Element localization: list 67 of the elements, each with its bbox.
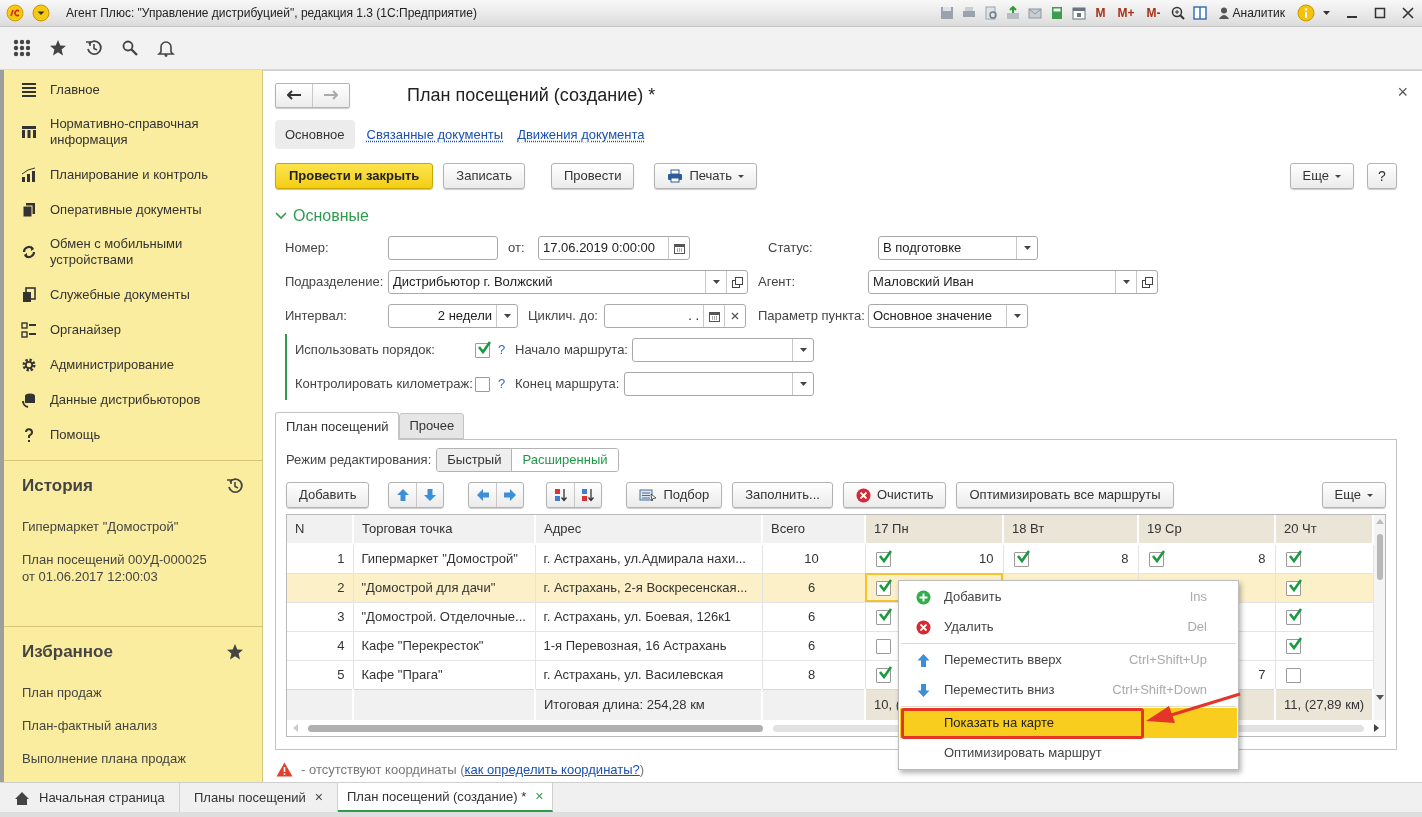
field-label: от:: [508, 239, 526, 258]
total-cell: Итоговая длина: 254,28 км: [535, 689, 762, 720]
field-label: Контролировать километраж:: [295, 375, 474, 394]
field-value: 2 недели: [437, 307, 492, 326]
field-value: 17.06.2019 0:00:00: [543, 239, 656, 258]
field-label: Подразделение:: [285, 273, 385, 292]
table-cell: Кафе "Перекресток": [353, 631, 535, 660]
field-label: Режим редактирования:: [286, 451, 432, 470]
field-label: Статус:: [768, 239, 814, 258]
table-cell: "Домострой. Отделочные...: [353, 602, 535, 631]
field-label: Агент:: [758, 273, 797, 292]
table-cell: 3: [287, 602, 353, 631]
sidebar-item-label: Органайзер: [50, 321, 122, 338]
tab-label: Начальная страница: [39, 788, 165, 807]
table-cell: г. Астрахань, ул.Адмирала нахи...: [535, 544, 762, 573]
cell-value: 8: [1258, 550, 1266, 568]
sidebar-item-label: Администрирование: [50, 356, 175, 373]
table-cell: 6: [762, 602, 865, 631]
button-label: Печать: [689, 167, 732, 186]
field-label: Номер:: [285, 239, 330, 258]
tab-label: План посещений (создание) *: [346, 787, 527, 806]
window-title: Агент Плюс: "Управление дистрибуцией", редакция 1.3 (1С:Предприятие): [66, 5, 477, 22]
button-label: Очистить: [876, 486, 934, 505]
table-cell: 1-я Перевозная, 16 Астрахань: [535, 631, 762, 660]
section-title: История: [22, 475, 93, 498]
sidebar-item-label: Служебные документы: [50, 286, 191, 303]
field-label: Использовать порядок:: [295, 341, 436, 360]
sidebar-item-label: Оперативные документы: [50, 201, 203, 218]
table-cell: 2: [287, 573, 353, 602]
sidebar-item-label: Нормативно-справочная информация: [50, 116, 200, 148]
sidebar-item-label: Обмен с мобильными устройствами: [50, 236, 184, 268]
field-value: В подготовке: [883, 239, 962, 258]
table-cell: 6: [762, 631, 865, 660]
total-cell: 11, (27,89 км): [1275, 689, 1373, 720]
table-cell: г. Астрахань, ул. Боевая, 126к1: [535, 602, 762, 631]
table-cell: 6: [762, 573, 865, 602]
sidebar-item-label: Данные дистрибьюторов: [50, 391, 202, 408]
warning-text: - отсутствуют координаты (как определить координаты?): [301, 761, 645, 779]
form-title: План посещений (создание) *: [407, 83, 656, 107]
sidebar-item-label: Главное: [50, 81, 101, 98]
section-title: Избранное: [22, 641, 113, 664]
field-label: Интервал:: [285, 307, 348, 326]
table-cell: 10: [762, 544, 865, 573]
field-value: Дистрибьютор г. Волжский: [393, 273, 553, 292]
button-label: Еще: [1302, 167, 1329, 186]
table-cell: Гипермаркет "Домострой": [353, 544, 535, 573]
field-label: Параметр пункта:: [758, 307, 866, 326]
table-cell: г. Астрахань, 2-я Воскресенская...: [535, 573, 762, 602]
field-label: Циклич. до:: [528, 307, 599, 326]
button-label: Еще: [1334, 486, 1361, 505]
sidebar-item-label: Планирование и контроль: [50, 166, 209, 183]
field-value: . .: [688, 307, 699, 326]
field-label: Начало маршрута:: [515, 341, 629, 360]
menu-item-label: Оптимизировать маршрут: [944, 744, 1103, 763]
cell-value: 8: [1121, 550, 1129, 568]
table-cell: 4: [287, 631, 353, 660]
cell-value: 10: [979, 550, 994, 568]
group-title: Основные: [293, 206, 369, 226]
field-value: Маловский Иван: [873, 273, 974, 292]
table-cell: 1: [287, 544, 353, 573]
button-label: Подбор: [663, 486, 710, 505]
sidebar-item-label: Помощь: [50, 426, 102, 443]
field-label: Конец маршрута:: [515, 375, 621, 394]
table-cell: "Домострой для дачи": [353, 573, 535, 602]
cell-value: 7: [1258, 665, 1266, 684]
field-value: Основное значение: [873, 307, 992, 326]
tab-label: Планы посещений: [194, 788, 306, 807]
